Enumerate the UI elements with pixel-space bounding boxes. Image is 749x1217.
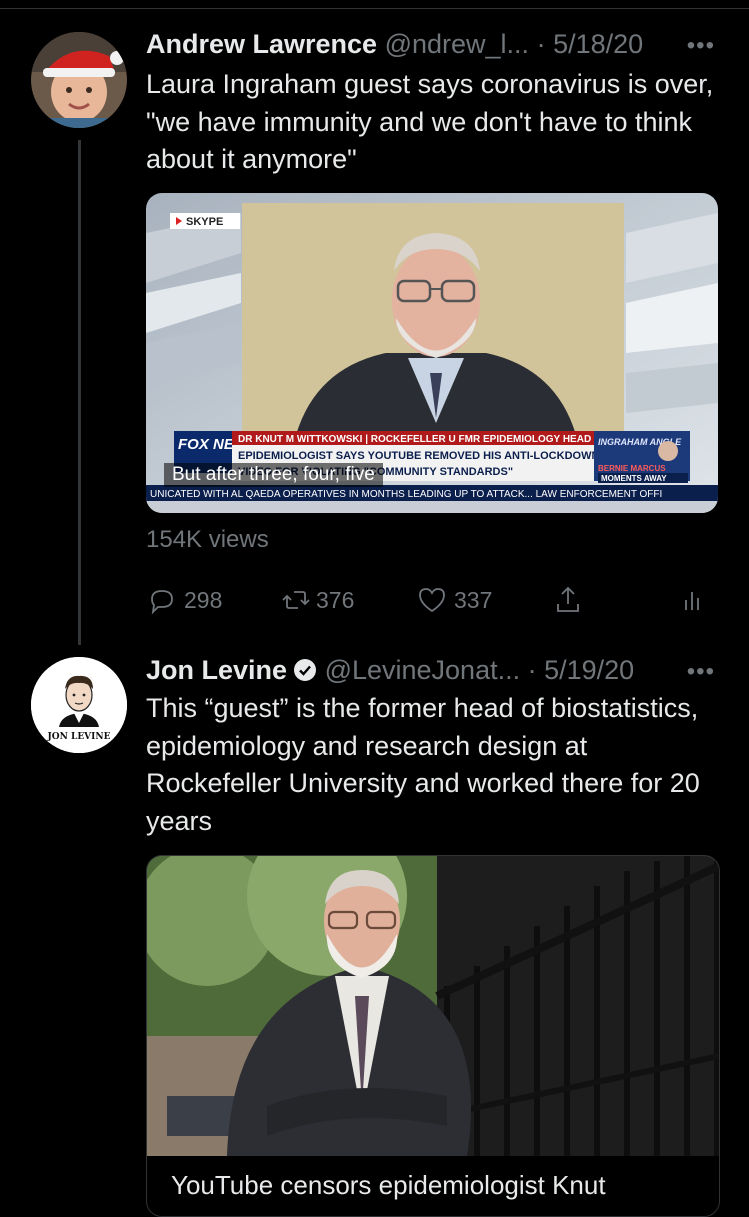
like-icon [419, 588, 445, 613]
jon-levine-avatar[interactable]: JON LEVINE [31, 657, 127, 753]
reply-icon [151, 590, 173, 615]
like-button[interactable]: 337 [416, 583, 492, 617]
verified-icon [294, 659, 317, 681]
tweet-date[interactable]: · 5/18/20 [537, 29, 644, 59]
thread-connector-line [78, 140, 81, 645]
author-name[interactable]: Andrew Lawrence [146, 29, 377, 59]
author-handle[interactable]: @ndrew_l... [385, 29, 529, 59]
analytics-icon [685, 592, 699, 610]
video-caption: But after three, four, five [164, 463, 383, 487]
retweet-count: 376 [316, 586, 355, 613]
avatar-caption: JON LEVINE [47, 732, 111, 742]
tweet-text: This “guest” is the former head of biost… [146, 693, 700, 836]
analytics-button[interactable] [676, 583, 708, 617]
tweet-date[interactable]: · 5/19/20 [528, 655, 635, 685]
promo-sub: MOMENTS AWAY [601, 474, 667, 483]
more-icon[interactable]: ••• [687, 658, 715, 686]
top-divider [0, 8, 749, 9]
link-card[interactable]: YouTube censors epidemiologist Knut [146, 855, 720, 1217]
skype-label: SKYPE [186, 216, 223, 228]
link-card-title[interactable]: YouTube censors epidemiologist Knut [171, 1170, 606, 1201]
tweet-actions: 298 376 337 [146, 583, 706, 617]
reply-count: 298 [184, 586, 223, 613]
author-name[interactable]: Jon Levine [146, 655, 287, 685]
tweet-header: Andrew Lawrence @ndrew_l... · 5/18/20 [146, 28, 643, 60]
tweet-header: Jon Levine @LevineJonat... · 5/19/20 [146, 654, 634, 686]
andrew-lawrence-avatar[interactable] [31, 32, 127, 128]
lower-third-name: DR KNUT M WITTKOWSKI | ROCKEFELLER U FMR… [238, 434, 591, 445]
like-count: 337 [454, 586, 493, 613]
share-button[interactable] [552, 583, 584, 617]
avatar-photo [31, 32, 127, 128]
news-ticker: UNICATED WITH AL QAEDA OPERATIVES IN MON… [150, 489, 662, 500]
author-handle[interactable]: @LevineJonat... [325, 655, 521, 685]
link-card-image [147, 856, 719, 1156]
reply-button[interactable]: 298 [146, 583, 222, 617]
more-icon[interactable]: ••• [687, 32, 715, 60]
retweet-button[interactable]: 376 [280, 583, 354, 617]
avatar-illustration: JON LEVINE [31, 657, 127, 753]
share-icon [557, 586, 579, 612]
tweet-text: Laura Ingraham guest says coronavirus is… [146, 69, 714, 174]
retweet-icon [282, 591, 310, 609]
video-player[interactable]: SKYPE FOX NEWS DR KNUT M WITTKOWSKI | RO… [146, 193, 718, 513]
headline-line-1: EPIDEMIOLOGIST SAYS YOUTUBE REMOVED HIS … [238, 450, 599, 462]
promo-name: BERNIE MARCUS [598, 464, 666, 473]
view-count: 154K views [146, 526, 269, 553]
